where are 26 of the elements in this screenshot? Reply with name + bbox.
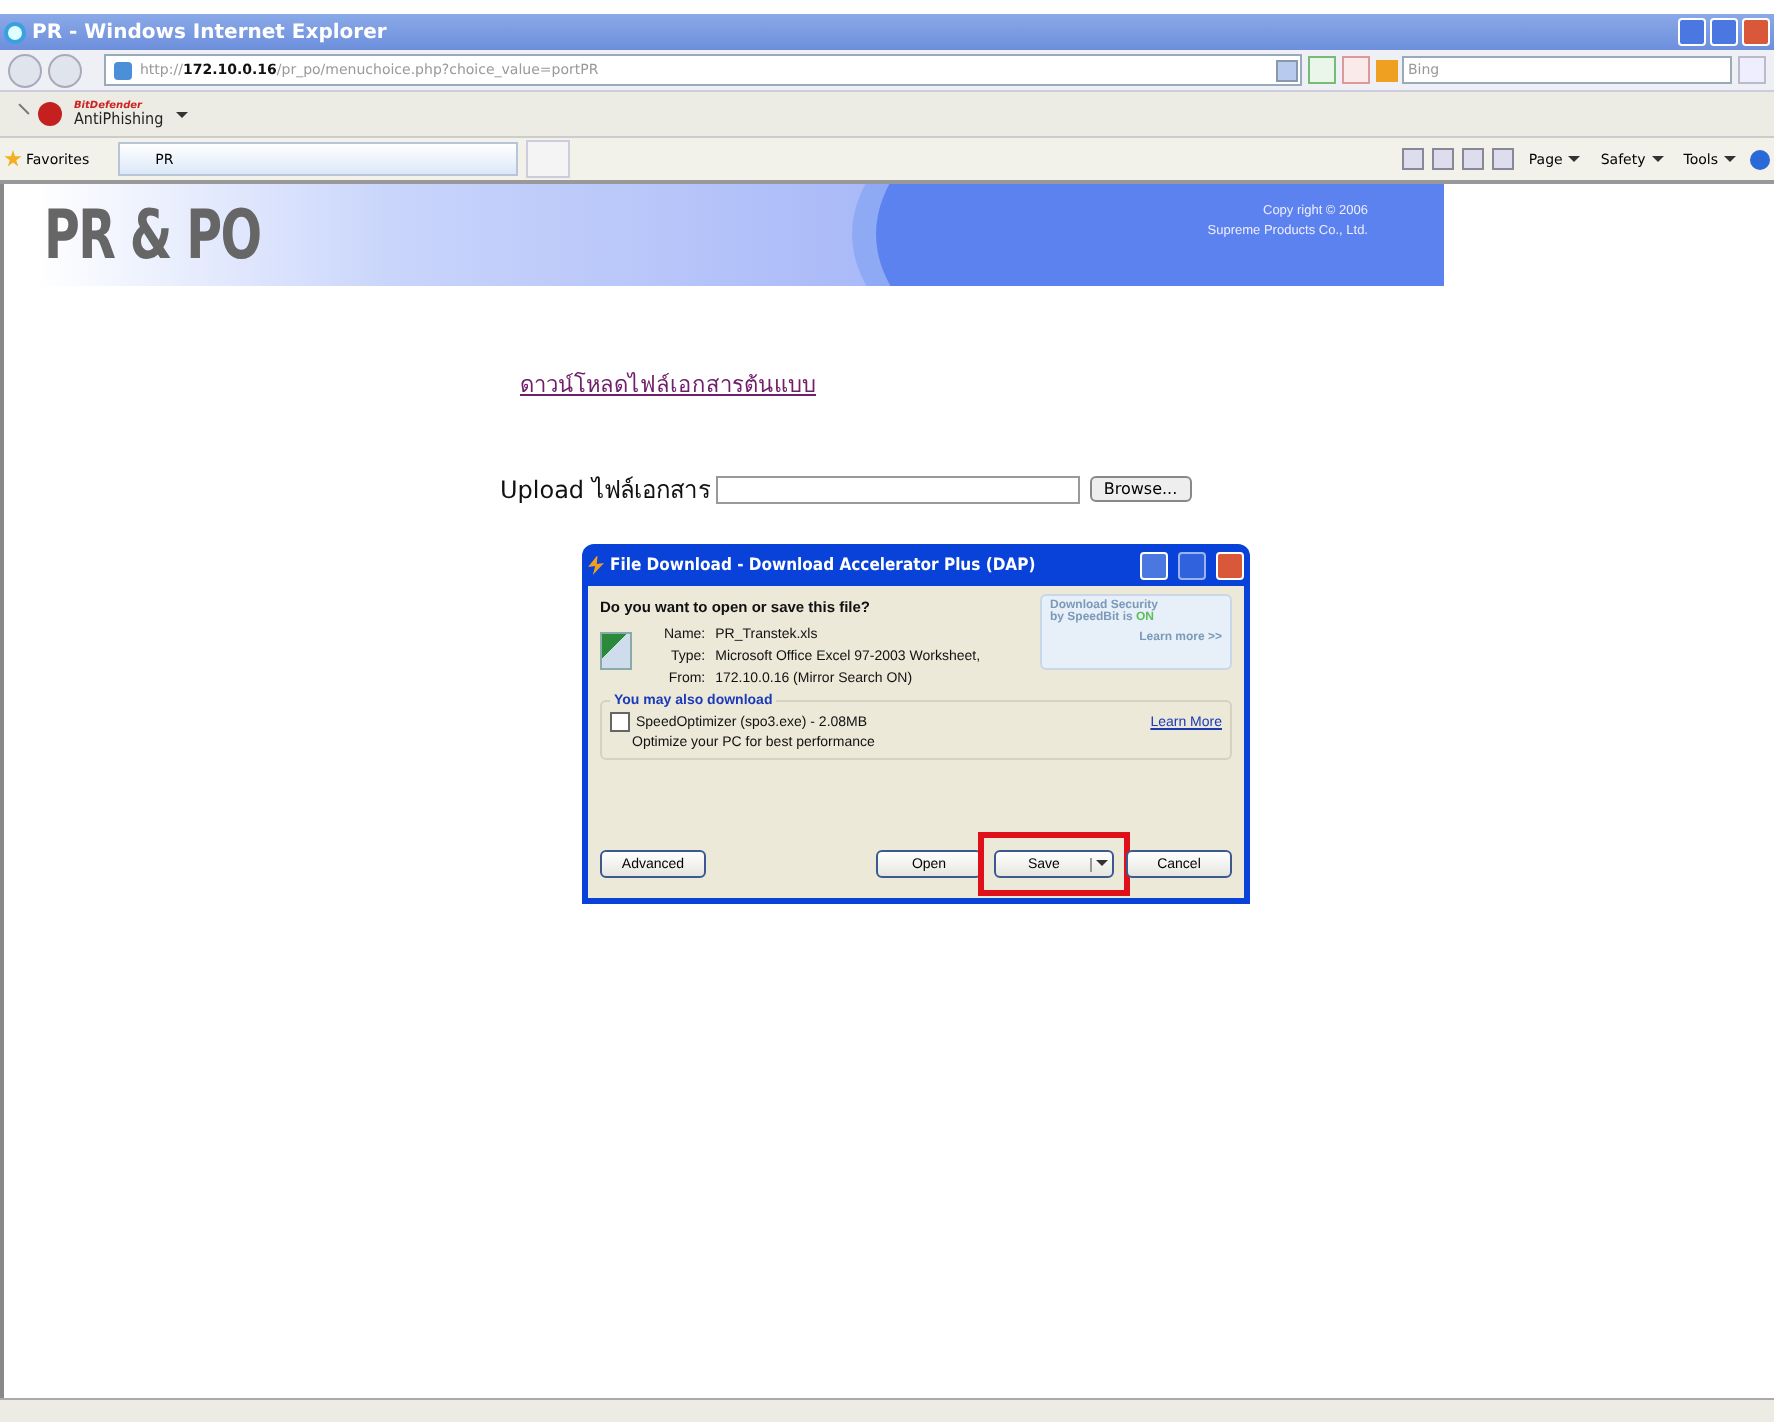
close-button[interactable]	[1742, 18, 1770, 46]
restore-button[interactable]	[1710, 18, 1738, 46]
window-title: PR - Windows Internet Explorer	[32, 21, 387, 43]
site-logo: PR & PO	[44, 195, 261, 275]
lightning-icon	[588, 555, 604, 575]
back-button[interactable]	[8, 53, 42, 87]
search-provider-icon	[1376, 59, 1398, 81]
shield-icon	[38, 102, 62, 126]
close-button[interactable]	[1216, 551, 1244, 579]
file-path-field[interactable]	[715, 475, 1080, 503]
page-icon	[114, 61, 132, 79]
help-icon[interactable]	[1750, 149, 1770, 169]
forward-button[interactable]	[48, 53, 82, 87]
stop-button[interactable]	[1342, 56, 1370, 84]
minimize-button[interactable]	[1678, 18, 1706, 46]
search-button[interactable]	[1738, 56, 1766, 84]
minimize-button[interactable]	[1140, 551, 1168, 579]
browse-button[interactable]: Browse...	[1089, 476, 1192, 502]
offer-checkbox[interactable]	[610, 712, 630, 732]
refresh-button[interactable]	[1308, 56, 1336, 84]
dialog-title: File Download - Download Accelerator Plus (DAP)	[610, 555, 1036, 575]
download-link[interactable]: ดาวน์โหลดไฟล์เอกสารต้นแบบ	[520, 372, 816, 398]
browser-logo-icon	[4, 21, 26, 43]
spreadsheet-file-icon	[600, 632, 632, 670]
upload-label: Upload ไฟล์เอกสาร	[500, 474, 710, 508]
caret-icon[interactable]	[175, 111, 188, 123]
